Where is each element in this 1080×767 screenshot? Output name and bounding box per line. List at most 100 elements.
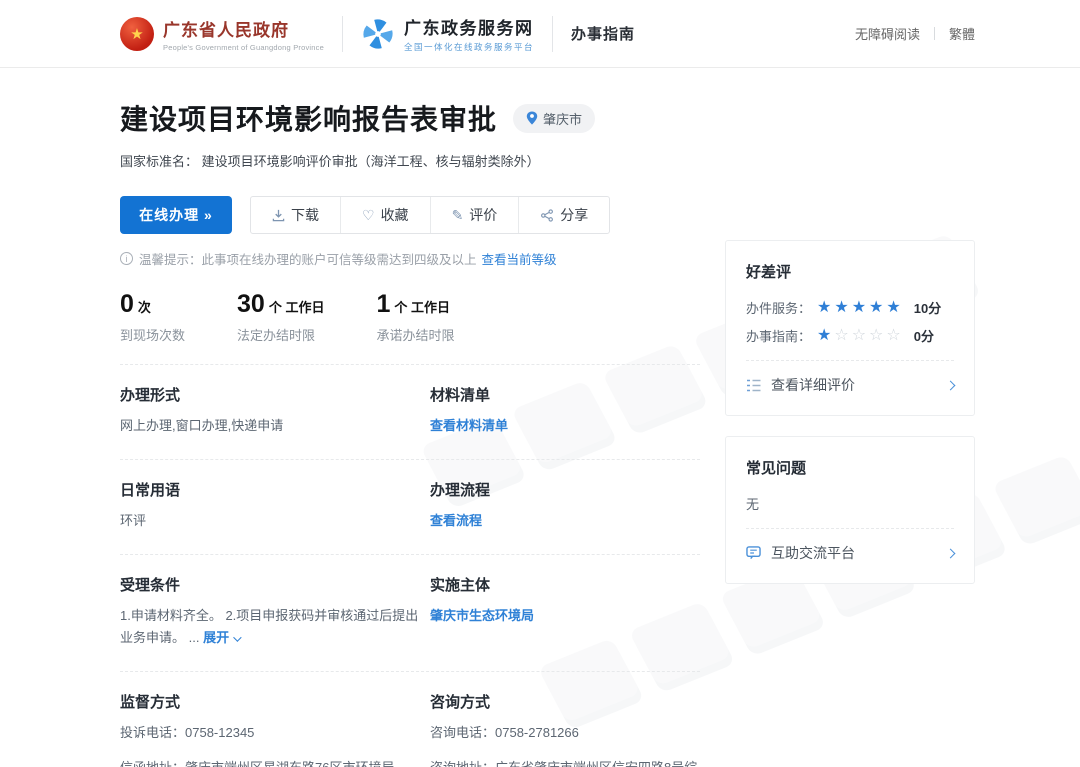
- expand-button[interactable]: 展开: [203, 627, 239, 650]
- evaluate-label: 评价: [469, 205, 497, 225]
- tip-text: 此事项在线办理的账户可信等级需达到四级及以上: [202, 249, 477, 268]
- standard-name-value: 建设项目环境影响评价审批（海洋工程、核与辐射类除外）: [202, 154, 540, 169]
- panel-divider: [746, 528, 954, 529]
- stat-unit: 次: [138, 300, 151, 315]
- faq-content: 无: [746, 494, 954, 513]
- site-header: ★ 广东省人民政府 People's Government of Guangdo…: [0, 0, 1080, 68]
- download-button[interactable]: 下载: [251, 197, 340, 233]
- accessibility-link[interactable]: 无障碍阅读: [855, 24, 920, 43]
- mutual-help-platform-label: 互助交流平台: [771, 543, 855, 563]
- share-icon: [540, 209, 554, 222]
- kv-line: 咨询地址： 广东省肇庆市端州区信安四路8号综合受理窗口（B1-B10窗口）: [430, 757, 700, 767]
- kv-label: 咨询地址：: [430, 757, 495, 767]
- rating-row-guide: 办事指南： ★☆☆☆☆ 0分: [746, 326, 954, 345]
- view-trust-level-link[interactable]: 查看当前等级: [482, 249, 557, 268]
- stat-promised-limit: 1个 工作日 承诺办结时限: [376, 290, 454, 344]
- portal-name: 广东政务服务网: [404, 14, 534, 39]
- stat-label: 法定办结时限: [237, 325, 324, 344]
- view-detailed-ratings-label: 查看详细评价: [771, 375, 855, 395]
- national-emblem-icon: ★: [120, 17, 154, 51]
- header-logos: ★ 广东省人民政府 People's Government of Guangdo…: [120, 14, 635, 53]
- header-utilities: 无障碍阅读 繁體: [855, 24, 975, 43]
- stat-site-visits: 0次 到现场次数: [120, 290, 185, 344]
- stats-row: 0次 到现场次数 30 个 工作日 法定办结时限 1个 工作日 承诺办结时限: [120, 290, 700, 364]
- stat-value: 0: [120, 290, 134, 318]
- rating-label: 办事指南：: [746, 326, 811, 345]
- stat-unit: 个 工作日: [394, 300, 450, 315]
- gov-logo[interactable]: 广东省人民政府 People's Government of Guangdong…: [163, 16, 324, 52]
- implementer-link[interactable]: 肇庆市生态环境局: [430, 608, 534, 623]
- favorite-label: 收藏: [381, 205, 409, 225]
- section-title: 监督方式: [120, 691, 430, 712]
- pencil-icon: ✎: [452, 208, 464, 222]
- rating-score: 0分: [914, 326, 934, 345]
- chevron-right-icon: [946, 548, 956, 558]
- mutual-help-platform[interactable]: 互助交流平台: [746, 543, 954, 563]
- view-material-list-link[interactable]: 查看材料清单: [430, 418, 508, 433]
- section-handling-form: 办理形式 网上办理,窗口办理,快递申请: [120, 384, 430, 438]
- page-body: 建设项目环境影响报告表审批 肇庆市 国家标准名： 建设项目环境影响评价审批（海洋…: [120, 98, 975, 767]
- section-content: 网上办理,窗口办理,快递申请: [120, 415, 430, 438]
- section-title: 咨询方式: [430, 691, 700, 712]
- section-title: 受理条件: [120, 574, 430, 595]
- chat-icon: [746, 546, 761, 560]
- sidebar: 好差评 办件服务： ★★★★★ 10分 办事指南： ★☆☆☆☆ 0分 查看详细评…: [725, 240, 975, 584]
- section-title: 日常用语: [120, 479, 430, 500]
- info-row: 受理条件 1.申请材料齐全。 2.项目申报获码并审核通过后提出业务申请。 ...…: [120, 555, 700, 673]
- kv-line: 咨询电话： 0758-2781266: [430, 722, 700, 745]
- view-process-link[interactable]: 查看流程: [430, 513, 482, 528]
- section-content: 1.申请材料齐全。 2.项目申报获码并审核通过后提出业务申请。 ...: [120, 608, 418, 646]
- rating-panel: 好差评 办件服务： ★★★★★ 10分 办事指南： ★☆☆☆☆ 0分 查看详细评…: [725, 240, 975, 416]
- star-rating[interactable]: ★☆☆☆☆: [817, 328, 904, 344]
- favorite-button[interactable]: ♡ 收藏: [340, 197, 430, 233]
- star-rating[interactable]: ★★★★★: [817, 300, 904, 316]
- gov-name: 广东省人民政府: [163, 16, 324, 41]
- kv-label: 咨询电话：: [430, 722, 495, 745]
- chevron-right-icon: [946, 380, 956, 390]
- standard-name-label: 国家标准名：: [120, 154, 198, 169]
- rating-label: 办件服务：: [746, 298, 811, 317]
- header-divider: [552, 16, 553, 52]
- section-supervision: 监督方式 投诉电话： 0758-12345 信函地址： 肇庆市端州区星湖东路76…: [120, 691, 430, 767]
- tip-bar: i 温馨提示： 此事项在线办理的账户可信等级需达到四级及以上 查看当前等级: [120, 249, 700, 268]
- gov-subtitle: People's Government of Guangdong Provinc…: [163, 43, 324, 52]
- rating-panel-title: 好差评: [746, 261, 954, 282]
- portal-logo[interactable]: 广东政务服务网 全国一体化在线政务服务平台: [404, 14, 534, 53]
- city-name: 肇庆市: [543, 109, 582, 128]
- stat-label: 承诺办结时限: [376, 325, 454, 344]
- kv-line: 投诉电话： 0758-12345: [120, 722, 430, 745]
- stat-value: 30: [237, 290, 265, 318]
- kv-value: 0758-12345: [185, 722, 430, 745]
- heart-icon: ♡: [362, 208, 375, 222]
- share-label: 分享: [560, 205, 588, 225]
- share-button[interactable]: 分享: [518, 197, 609, 233]
- info-grid: 办理形式 网上办理,窗口办理,快递申请 材料清单 查看材料清单 日常用语 环评 …: [120, 364, 700, 767]
- online-apply-button[interactable]: 在线办理 »: [120, 196, 232, 234]
- portal-subtitle: 全国一体化在线政务服务平台: [404, 41, 534, 53]
- section-accept-conditions: 受理条件 1.申请材料齐全。 2.项目申报获码并审核通过后提出业务申请。 ...…: [120, 574, 430, 651]
- info-row: 日常用语 环评 办理流程 查看流程: [120, 460, 700, 555]
- download-icon: [272, 209, 285, 222]
- page-title: 建设项目环境影响报告表审批: [120, 98, 497, 138]
- section-content: 环评: [120, 510, 430, 533]
- rating-row-service: 办件服务： ★★★★★ 10分: [746, 298, 954, 317]
- action-buttons: 在线办理 » 下载 ♡ 收藏 ✎ 评价: [120, 196, 700, 234]
- info-icon: i: [120, 252, 133, 265]
- section-daily-term: 日常用语 环评: [120, 479, 430, 533]
- evaluate-button[interactable]: ✎ 评价: [430, 197, 519, 233]
- city-badge[interactable]: 肇庆市: [513, 104, 595, 133]
- expand-label: 展开: [203, 627, 229, 650]
- info-row: 办理形式 网上办理,窗口办理,快递申请 材料清单 查看材料清单: [120, 365, 700, 460]
- kv-label: 信函地址：: [120, 757, 185, 767]
- section-material-list: 材料清单 查看材料清单: [430, 384, 700, 438]
- location-pin-icon: [526, 111, 538, 125]
- section-title: 办理流程: [430, 479, 700, 500]
- faq-panel-title: 常见问题: [746, 457, 954, 478]
- list-icon: [746, 379, 761, 392]
- stat-unit: 个 工作日: [269, 300, 325, 315]
- faq-panel: 常见问题 无 互助交流平台: [725, 436, 975, 584]
- view-detailed-ratings[interactable]: 查看详细评价: [746, 375, 954, 395]
- traditional-chinese-link[interactable]: 繁體: [949, 24, 975, 43]
- section-title: 办理形式: [120, 384, 430, 405]
- stat-statutory-limit: 30 个 工作日 法定办结时限: [237, 290, 324, 344]
